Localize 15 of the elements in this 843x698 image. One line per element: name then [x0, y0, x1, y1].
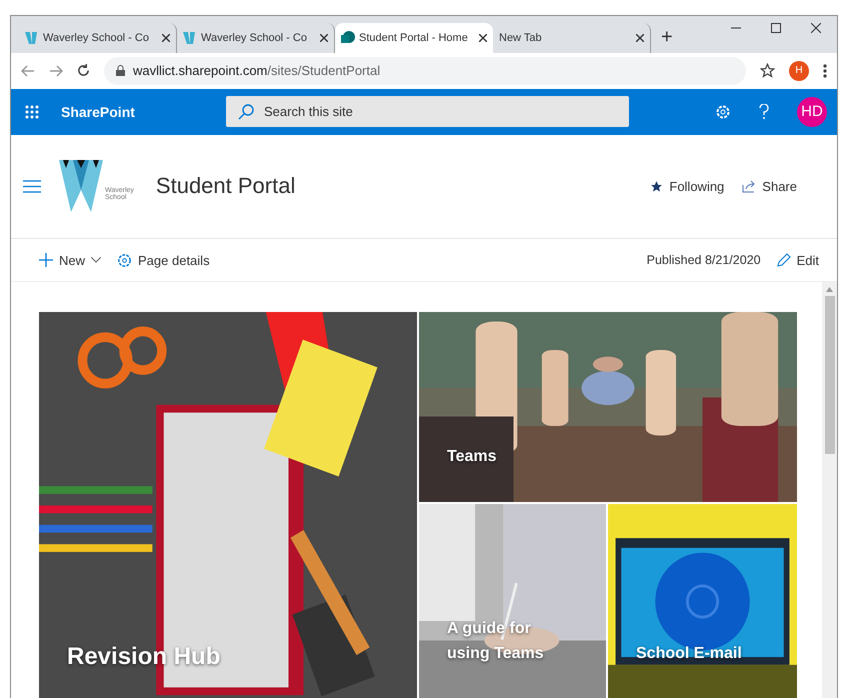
new-button[interactable]: New	[39, 252, 102, 268]
address-bar[interactable]: wavllict.sharepoint.com/sites/StudentPortal	[104, 56, 746, 85]
profile-avatar[interactable]: H	[789, 60, 809, 81]
app-name[interactable]: SharePoint	[61, 104, 226, 120]
published-date: Published 8/21/2020	[646, 253, 761, 268]
following-button[interactable]: Following	[650, 178, 724, 194]
browser-tab[interactable]: Student Portal - Home	[335, 22, 493, 53]
tile-title[interactable]: Teams	[447, 445, 567, 470]
share-button[interactable]: Share	[742, 178, 797, 194]
user-avatar[interactable]: HD	[797, 96, 827, 127]
search-field[interactable]: Search this site	[226, 96, 629, 128]
site-title: Student Portal	[156, 173, 296, 200]
edit-button[interactable]: Edit	[776, 252, 819, 268]
new-tab-button[interactable]: +	[661, 26, 673, 49]
page-details-button[interactable]: Page details	[117, 252, 210, 268]
